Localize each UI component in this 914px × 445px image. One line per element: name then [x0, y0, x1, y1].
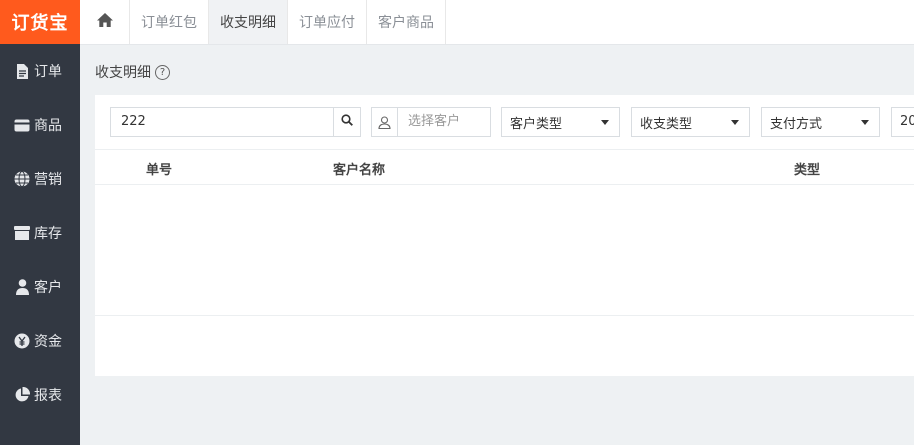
sidebar-item-label: 资金	[34, 334, 62, 350]
chevron-down-icon	[601, 119, 609, 125]
customer-type-select[interactable]: 客户类型	[501, 107, 620, 137]
customer-type-label: 客户类型	[510, 116, 563, 132]
globe-icon	[14, 171, 30, 187]
income-type-select[interactable]: 收支类型	[631, 107, 750, 137]
tab-label: 订单应付	[299, 15, 355, 31]
document-icon	[14, 63, 30, 79]
sidebar-item-label: 营销	[34, 172, 62, 188]
logo-text: 订货宝	[11, 13, 69, 34]
card-icon	[14, 117, 30, 133]
column-header-type[interactable]: 类型	[794, 159, 820, 178]
table-header: 单号 客户名称 类型	[95, 149, 914, 185]
content-card: 222 选择客户 客户类型 收支类型 支付方式 20 单号 客户名称 类型	[95, 95, 914, 376]
home-tab[interactable]	[80, 0, 130, 44]
sidebar-item-customers[interactable]: 客户	[0, 260, 80, 314]
customer-icon	[372, 108, 398, 136]
tab-order-redpacket[interactable]: 订单红包	[130, 0, 209, 44]
date-input[interactable]: 20	[891, 107, 914, 137]
home-icon	[96, 12, 114, 32]
search-field[interactable]: 222	[110, 107, 361, 137]
sidebar: 订货宝 订单 商品 营销 库存 客户 资金 报表	[0, 0, 80, 445]
date-value: 20	[900, 114, 914, 129]
pay-method-label: 支付方式	[770, 116, 823, 132]
sidebar-item-label: 报表	[34, 388, 62, 404]
sidebar-item-products[interactable]: 商品	[0, 98, 80, 152]
table-divider	[95, 315, 914, 316]
sidebar-item-marketing[interactable]: 营销	[0, 152, 80, 206]
tab-label: 收支明细	[220, 15, 276, 31]
customer-select[interactable]: 选择客户	[371, 107, 491, 137]
user-icon	[14, 279, 30, 295]
customer-placeholder: 选择客户	[408, 114, 461, 129]
yen-icon	[14, 333, 30, 349]
sidebar-item-label: 客户	[34, 280, 62, 296]
search-input[interactable]: 222	[111, 108, 333, 136]
sidebar-item-label: 库存	[34, 226, 62, 242]
page-title-text: 收支明细	[95, 65, 151, 81]
pie-chart-icon	[14, 387, 30, 403]
tab-customer-products[interactable]: 客户商品	[367, 0, 446, 44]
column-header-customer[interactable]: 客户名称	[333, 159, 385, 178]
column-header-order-no[interactable]: 单号	[146, 159, 172, 178]
income-type-label: 收支类型	[640, 116, 693, 132]
sidebar-item-orders[interactable]: 订单	[0, 44, 80, 98]
sidebar-item-label: 订单	[34, 64, 62, 80]
chevron-down-icon	[731, 119, 739, 125]
page-title: 收支明细 ?	[95, 62, 170, 82]
chevron-down-icon	[861, 119, 869, 125]
top-tab-bar: 订单红包 收支明细 订单应付 客户商品	[80, 0, 914, 45]
sidebar-item-reports[interactable]: 报表	[0, 368, 80, 422]
app-logo[interactable]: 订货宝	[0, 0, 80, 44]
sidebar-item-funds[interactable]: 资金	[0, 314, 80, 368]
pay-method-select[interactable]: 支付方式	[761, 107, 880, 137]
tab-label: 订单红包	[141, 15, 197, 31]
sidebar-item-label: 商品	[34, 118, 62, 134]
help-icon[interactable]: ?	[155, 64, 170, 80]
search-button[interactable]	[333, 108, 360, 136]
search-icon	[341, 114, 353, 130]
tab-label: 客户商品	[378, 15, 434, 31]
box-icon	[14, 225, 30, 241]
sidebar-item-inventory[interactable]: 库存	[0, 206, 80, 260]
tab-income-expense[interactable]: 收支明细	[209, 0, 288, 44]
tab-order-payable[interactable]: 订单应付	[288, 0, 367, 44]
